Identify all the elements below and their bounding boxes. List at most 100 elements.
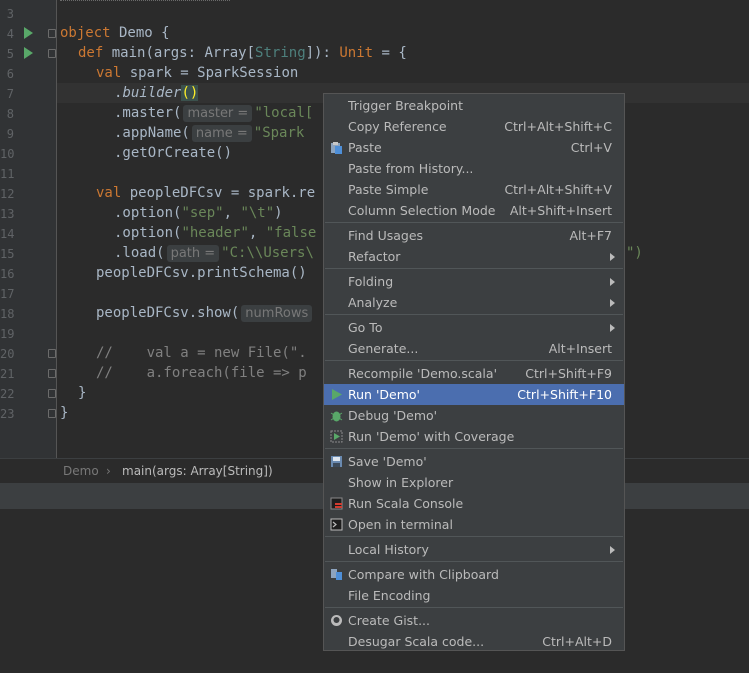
- menu-separator: [325, 222, 623, 223]
- menu-item-run-demo[interactable]: Run 'Demo' Ctrl+Shift+F10: [324, 384, 624, 405]
- fold-marker-icon[interactable]: [48, 29, 56, 38]
- code-line-tail: "): [626, 245, 643, 261]
- code-line: val peopleDFCsv = spark.re: [96, 185, 316, 201]
- menu-item-paste-from-history[interactable]: Paste from History...: [324, 158, 624, 179]
- submenu-arrow-icon: [610, 278, 615, 286]
- menu-item-folding[interactable]: Folding: [324, 271, 624, 292]
- code-line: def main(args: Array[String]): Unit = {: [78, 45, 407, 61]
- code-line: val spark = SparkSession: [96, 65, 299, 81]
- line-number: 13: [0, 207, 15, 221]
- context-menu: Trigger Breakpoint Copy Reference Ctrl+Al…: [323, 93, 625, 651]
- menu-separator: [325, 268, 623, 269]
- menu-item-paste[interactable]: Paste Ctrl+V: [324, 137, 624, 158]
- coverage-icon: [330, 430, 343, 443]
- chevron-right-icon: ›: [106, 464, 111, 478]
- menu-item-find-usages[interactable]: Find Usages Alt+F7: [324, 225, 624, 246]
- line-number: 5: [6, 47, 14, 61]
- code-line: .appName(name = "Spark: [114, 125, 305, 142]
- line-number: 3: [6, 7, 14, 21]
- menu-item-save-demo[interactable]: Save 'Demo': [324, 451, 624, 472]
- line-number: 7: [6, 87, 14, 101]
- code-line: }: [60, 405, 69, 421]
- line-number: 17: [0, 287, 15, 301]
- menu-item-paste-simple[interactable]: Paste Simple Ctrl+Alt+Shift+V: [324, 179, 624, 200]
- menu-item-analyze[interactable]: Analyze: [324, 292, 624, 313]
- clipboard-icon: [331, 142, 342, 154]
- menu-item-generate[interactable]: Generate... Alt+Insert: [324, 338, 624, 359]
- menu-item-show-in-explorer[interactable]: Show in Explorer: [324, 472, 624, 493]
- submenu-arrow-icon: [610, 299, 615, 307]
- line-number: 18: [0, 307, 15, 321]
- breadcrumb-object[interactable]: Demo: [63, 459, 99, 483]
- menu-separator: [325, 536, 623, 537]
- code-line: .option("sep", "\t"): [114, 205, 283, 221]
- fold-marker-icon[interactable]: [48, 349, 56, 358]
- menu-item-refactor[interactable]: Refactor: [324, 246, 624, 267]
- line-number: 11: [0, 167, 15, 181]
- breadcrumb-method[interactable]: main(args: Array[String]): [122, 459, 273, 483]
- code-line: .load(path = "C:\\Users\: [114, 245, 314, 262]
- github-icon: [331, 615, 342, 626]
- line-number: 23: [0, 407, 15, 421]
- submenu-arrow-icon: [610, 253, 615, 261]
- fold-marker-icon[interactable]: [48, 49, 56, 58]
- menu-item-copy-reference[interactable]: Copy Reference Ctrl+Alt+Shift+C: [324, 116, 624, 137]
- menu-item-debug-demo[interactable]: Debug 'Demo': [324, 405, 624, 426]
- run-gutter-icon[interactable]: [24, 27, 33, 39]
- menu-separator: [325, 448, 623, 449]
- code-comment: // a.foreach(file => p: [96, 365, 307, 381]
- line-number: 22: [0, 387, 15, 401]
- menu-item-compare-with-clipboard[interactable]: Compare with Clipboard: [324, 564, 624, 585]
- menu-separator: [325, 561, 623, 562]
- fold-marker-icon[interactable]: [48, 389, 56, 398]
- line-number: 9: [6, 127, 14, 141]
- menu-item-run-with-coverage[interactable]: Run 'Demo' with Coverage: [324, 426, 624, 447]
- code-line: }: [78, 385, 87, 401]
- terminal-icon: [330, 518, 343, 531]
- menu-separator: [325, 360, 623, 361]
- line-number: 16: [0, 267, 15, 281]
- line-number: 4: [6, 27, 14, 41]
- parameter-hint: name =: [191, 125, 252, 142]
- fold-marker-icon[interactable]: [48, 369, 56, 378]
- code-line: .builder(): [114, 85, 199, 101]
- line-number: 21: [0, 367, 15, 381]
- line-number: 20: [0, 347, 15, 361]
- parameter-hint: master =: [183, 105, 253, 122]
- code-line: object Demo {: [60, 25, 170, 41]
- hidden-code-fragment: [60, 0, 230, 4]
- compare-icon: [331, 569, 342, 580]
- code-line: .option("header", "false: [114, 225, 317, 241]
- menu-item-file-encoding[interactable]: File Encoding: [324, 585, 624, 606]
- menu-item-trigger-breakpoint[interactable]: Trigger Breakpoint: [324, 95, 624, 116]
- submenu-arrow-icon: [610, 546, 615, 554]
- menu-item-create-gist[interactable]: Create Gist...: [324, 610, 624, 631]
- debug-icon: [330, 411, 343, 422]
- menu-item-run-scala-console[interactable]: Run Scala Console: [324, 493, 624, 514]
- submenu-arrow-icon: [610, 324, 615, 332]
- code-line: peopleDFCsv.printSchema(): [96, 265, 307, 281]
- menu-separator: [325, 607, 623, 608]
- line-number: 10: [0, 147, 15, 161]
- menu-item-desugar-scala-code[interactable]: Desugar Scala code... Ctrl+Alt+D: [324, 631, 624, 652]
- line-number: 12: [0, 187, 15, 201]
- menu-separator: [325, 314, 623, 315]
- fold-marker-icon[interactable]: [48, 409, 56, 418]
- code-comment: // val a = new File(".: [96, 345, 307, 361]
- line-number: 8: [6, 107, 14, 121]
- menu-item-local-history[interactable]: Local History: [324, 539, 624, 560]
- menu-item-recompile[interactable]: Recompile 'Demo.scala' Ctrl+Shift+F9: [324, 363, 624, 384]
- save-icon: [331, 456, 342, 467]
- run-gutter-icon[interactable]: [24, 47, 33, 59]
- code-line: .master(master = "local[: [114, 105, 314, 122]
- line-number: 15: [0, 247, 15, 261]
- menu-item-open-in-terminal[interactable]: Open in terminal: [324, 514, 624, 535]
- menu-item-column-selection-mode[interactable]: Column Selection Mode Alt+Shift+Insert: [324, 200, 624, 221]
- parameter-hint: path =: [166, 245, 220, 262]
- code-line: peopleDFCsv.show(numRows: [96, 303, 314, 323]
- parameter-hint: numRows: [241, 305, 313, 322]
- menu-item-go-to[interactable]: Go To: [324, 317, 624, 338]
- line-number: 6: [6, 67, 14, 81]
- scala-console-icon: [330, 497, 343, 510]
- line-number: 19: [0, 327, 15, 341]
